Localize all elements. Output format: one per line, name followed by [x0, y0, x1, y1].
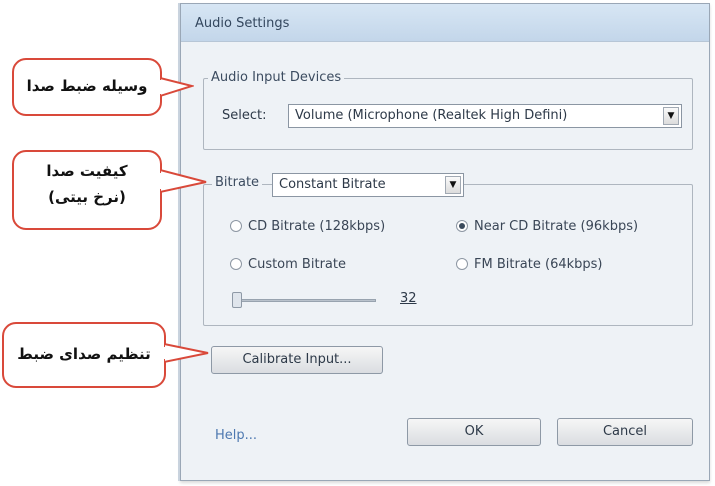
- radio-fm-bitrate-label: FM Bitrate (64kbps): [474, 257, 603, 272]
- radio-button-icon[interactable]: [456, 258, 468, 270]
- cancel-button[interactable]: Cancel: [557, 418, 693, 446]
- help-link[interactable]: Help...: [215, 428, 257, 443]
- radio-fm-bitrate[interactable]: FM Bitrate (64kbps): [456, 257, 602, 275]
- radio-custom-bitrate-label: Custom Bitrate: [248, 257, 346, 272]
- bitrate-select[interactable]: Constant Bitrate ▼: [272, 173, 464, 197]
- bitrate-slider-thumb[interactable]: [232, 292, 242, 308]
- audio-input-devices-legend: Audio Input Devices: [208, 70, 345, 85]
- radio-button-icon[interactable]: [230, 220, 242, 232]
- bitrate-slider-track[interactable]: [236, 299, 376, 302]
- annotation-calibrate-text: تنظیم صدای ضبط: [17, 345, 151, 363]
- annotation-calibrate: تنظیم صدای ضبط: [2, 322, 166, 388]
- callout-pointer-icon: [164, 342, 209, 364]
- ok-button[interactable]: OK: [407, 418, 541, 446]
- radio-cd-bitrate-label: CD Bitrate (128kbps): [248, 219, 386, 234]
- annotation-bitrate-line1: کیفیت صدا: [46, 162, 128, 180]
- radio-cd-bitrate[interactable]: CD Bitrate (128kbps): [230, 219, 385, 237]
- radio-button-selected-icon[interactable]: [456, 220, 468, 232]
- title-bar[interactable]: Audio Settings: [181, 4, 709, 42]
- chevron-down-icon[interactable]: ▼: [663, 107, 679, 125]
- chevron-down-icon[interactable]: ▼: [445, 176, 461, 194]
- bitrate-slider-value: 32: [400, 291, 417, 306]
- bitrate-group: Bitrate Constant Bitrate ▼ CD Bitrate (1…: [203, 173, 693, 326]
- bitrate-value: Constant Bitrate: [279, 177, 386, 192]
- radio-custom-bitrate[interactable]: Custom Bitrate: [230, 257, 346, 275]
- input-device-value: Volume (Microphone (Realtek High Defini): [295, 108, 568, 123]
- annotation-input-device: وسیله ضبط صدا: [12, 58, 162, 116]
- bitrate-label: Bitrate: [212, 175, 263, 190]
- audio-settings-dialog: Audio Settings Audio Input Devices Selec…: [180, 3, 710, 481]
- input-device-select[interactable]: Volume (Microphone (Realtek High Defini)…: [288, 104, 682, 128]
- callout-pointer-icon: [160, 76, 194, 98]
- radio-button-icon[interactable]: [230, 258, 242, 270]
- dialog-title: Audio Settings: [195, 16, 290, 31]
- select-label: Select:: [222, 108, 267, 123]
- annotation-bitrate: کیفیت صدا (نرخ بیتی): [12, 150, 162, 230]
- audio-input-devices-group: Audio Input Devices Select: Volume (Micr…: [203, 70, 693, 150]
- calibrate-input-button[interactable]: Calibrate Input...: [211, 346, 383, 374]
- callout-pointer-icon: [160, 168, 207, 194]
- radio-near-cd-bitrate[interactable]: Near CD Bitrate (96kbps): [456, 219, 638, 237]
- radio-near-cd-bitrate-label: Near CD Bitrate (96kbps): [474, 219, 639, 234]
- annotation-bitrate-line2: (نرخ بیتی): [48, 188, 126, 206]
- annotation-input-device-text: وسیله ضبط صدا: [26, 77, 148, 95]
